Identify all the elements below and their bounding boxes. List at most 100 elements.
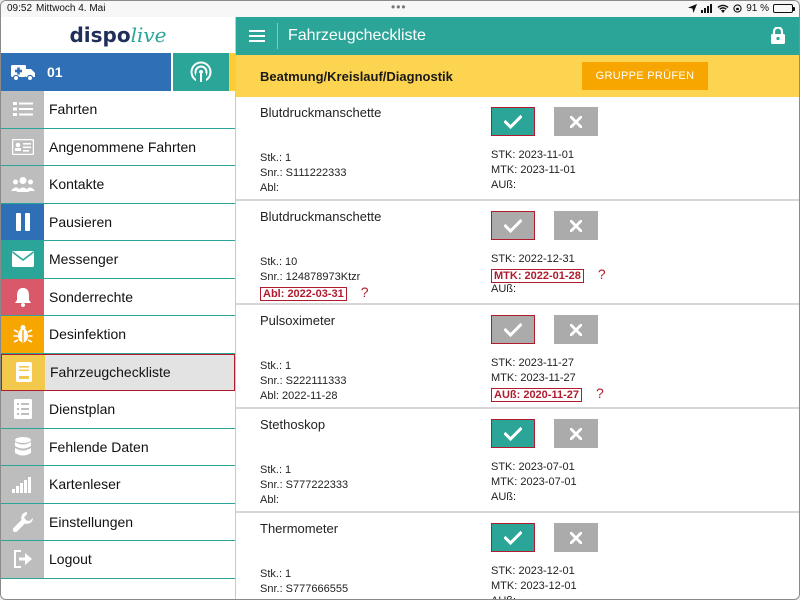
item-quantity: Stk.: 1: [260, 463, 348, 478]
sidebar-item-fahrzeugcheckliste[interactable]: Fahrzeugcheckliste: [1, 353, 235, 391]
item-aus-date-text: AUß:: [491, 491, 517, 503]
sidebar-item-label: Desinfektion: [49, 326, 127, 343]
sidebar-item-logout[interactable]: Logout: [1, 541, 235, 579]
logout-icon: [1, 541, 44, 578]
group-title: Beatmung/Kreislauf/Diagnostik: [260, 68, 453, 84]
sidebar-item-label: Fahrzeugcheckliste: [50, 364, 171, 381]
item-aus-date: AUß: 2020-11-27?: [491, 386, 604, 402]
item-name: Stethoskop: [260, 417, 326, 432]
broadcast-icon: [190, 61, 212, 83]
item-stk-date-text: STK: 2023-12-01: [491, 565, 575, 577]
sidebar-item-dienstplan[interactable]: Dienstplan: [1, 391, 235, 429]
group-bar: Beatmung/Kreislauf/Diagnostik GRUPPE PRÜ…: [236, 55, 799, 97]
close-icon: [570, 531, 582, 544]
item-quantity-text: Stk.: 1: [260, 464, 292, 476]
item-serial: Snr.: S111222333: [260, 166, 346, 181]
sidebar-item-angenommene-fahrten[interactable]: Angenommene Fahrten: [1, 128, 235, 166]
item-name: Thermometer: [260, 521, 339, 536]
checklist-item: Blutdruckmanschette Stk.: 1 Snr.: S11122…: [236, 97, 799, 201]
item-serial-text: Snr.: S111222333: [260, 167, 347, 179]
item-aus-date-text: AUß: 2020-11-27: [491, 388, 582, 402]
signal-bars-icon: [1, 466, 44, 503]
sidebar-item-fahrten[interactable]: Fahrten: [1, 91, 235, 129]
close-icon: [570, 115, 582, 128]
lock-icon[interactable]: [771, 26, 785, 49]
item-serial-text: Snr.: 124878973Ktzr: [260, 271, 361, 283]
item-aus-date: AUß:: [491, 282, 606, 297]
radio-status-button[interactable]: [171, 53, 229, 91]
pause-icon: [1, 203, 44, 240]
item-stk-date: STK: 2023-12-01: [491, 564, 577, 579]
confirm-button[interactable]: [491, 211, 535, 240]
item-mtk-date-text: MTK: 2023-07-01: [491, 476, 577, 488]
item-serial: Snr.: S777222333: [260, 478, 348, 493]
check-icon: [504, 530, 522, 545]
item-serial-text: Snr.: S777666555: [260, 583, 349, 595]
checklist-item: Stethoskop Stk.: 1 Snr.: S777222333 Abl:…: [236, 409, 799, 513]
checklist-items: Blutdruckmanschette Stk.: 1 Snr.: S11122…: [236, 97, 799, 599]
top-header: Fahrzeugcheckliste: [236, 17, 799, 55]
database-icon: [1, 428, 44, 465]
hamburger-menu-icon[interactable]: [236, 23, 278, 49]
item-stk-date-text: STK: 2022-12-31: [491, 253, 575, 265]
check-icon: [504, 426, 522, 441]
item-name: Blutdruckmanschette: [260, 105, 382, 120]
sidebar-item-fehlende-daten[interactable]: Fehlende Daten: [1, 428, 235, 466]
sidebar-item-sonderrechte[interactable]: Sonderrechte: [1, 278, 235, 316]
sidebar-item-pausieren[interactable]: Pausieren: [1, 203, 235, 241]
item-name: Pulsoximeter: [260, 313, 336, 328]
multitask-dots-icon[interactable]: •••: [391, 1, 407, 13]
sidebar-item-label: Fahrten: [49, 101, 98, 118]
sidebar-item-kartenleser[interactable]: Kartenleser: [1, 466, 235, 504]
vehicle-number: 01: [47, 64, 63, 80]
item-quantity: Stk.: 10: [260, 255, 369, 270]
item-aus-date-text: AUß:: [491, 283, 517, 295]
reject-button[interactable]: [554, 211, 598, 240]
sidebar-item-label: Logout: [49, 551, 92, 568]
item-serial: Snr.: S222111333: [260, 374, 346, 389]
checklist-item: Pulsoximeter Stk.: 1 Snr.: S222111333 Ab…: [236, 305, 799, 409]
item-quantity: Stk.: 1: [260, 567, 348, 582]
status-time: 09:52: [7, 3, 33, 14]
item-expiry-text: Abl:: [260, 182, 279, 194]
item-stk-date-text: STK: 2023-11-01: [491, 149, 574, 161]
sidebar-item-messenger[interactable]: Messenger: [1, 241, 235, 279]
sidebar-item-label: Dienstplan: [49, 401, 116, 418]
sidebar: dispo live 01 Fahrten Angenommene Fahrte…: [1, 17, 236, 599]
battery-icon: [773, 4, 795, 13]
reject-button[interactable]: [554, 419, 598, 448]
contacts-icon: [1, 166, 44, 203]
confirm-button[interactable]: [491, 315, 535, 344]
item-aus-date: AUß:: [491, 594, 577, 599]
item-quantity-text: Stk.: 1: [260, 360, 292, 372]
sidebar-item-label: Messenger: [49, 251, 119, 268]
item-quantity: Stk.: 1: [260, 151, 346, 166]
sidebar-item-einstellungen[interactable]: Einstellungen: [1, 503, 235, 541]
item-quantity-text: Stk.: 1: [260, 568, 292, 580]
orientation-lock-icon: [733, 4, 742, 13]
signal-icon: [701, 4, 713, 13]
bug-icon: [1, 316, 44, 353]
schedule-list-icon: [1, 391, 44, 428]
item-name: Blutdruckmanschette: [260, 209, 382, 224]
sidebar-item-desinfektion[interactable]: Desinfektion: [1, 316, 235, 354]
reject-button[interactable]: [554, 315, 598, 344]
item-serial: Snr.: S777666555: [260, 582, 348, 597]
item-mtk-date: MTK: 2022-01-28?: [491, 266, 606, 283]
sidebar-item-label: Sonderrechte: [49, 288, 134, 305]
item-mtk-date: MTK: 2023-11-01: [491, 163, 576, 178]
sidebar-item-label: Einstellungen: [49, 513, 134, 530]
check-group-button[interactable]: GRUPPE PRÜFEN: [582, 62, 708, 90]
item-mtk-date-text: MTK: 2023-12-01: [491, 580, 577, 592]
sidebar-item-kontakte[interactable]: Kontakte: [1, 166, 235, 204]
confirm-button[interactable]: [491, 419, 535, 448]
reject-button[interactable]: [554, 523, 598, 552]
reject-button[interactable]: [554, 107, 598, 136]
item-details-left: Stk.: 1 Snr.: S111222333 Abl:: [260, 151, 346, 196]
item-expiry-text: Abl: 2022-03-31: [260, 287, 347, 301]
warning-question-mark: ?: [597, 266, 606, 282]
confirm-button[interactable]: [491, 523, 535, 552]
confirm-button[interactable]: [491, 107, 535, 136]
item-details-right: STK: 2023-07-01 MTK: 2023-07-01 AUß:: [491, 460, 577, 505]
vehicle-selector[interactable]: 01: [1, 53, 171, 91]
